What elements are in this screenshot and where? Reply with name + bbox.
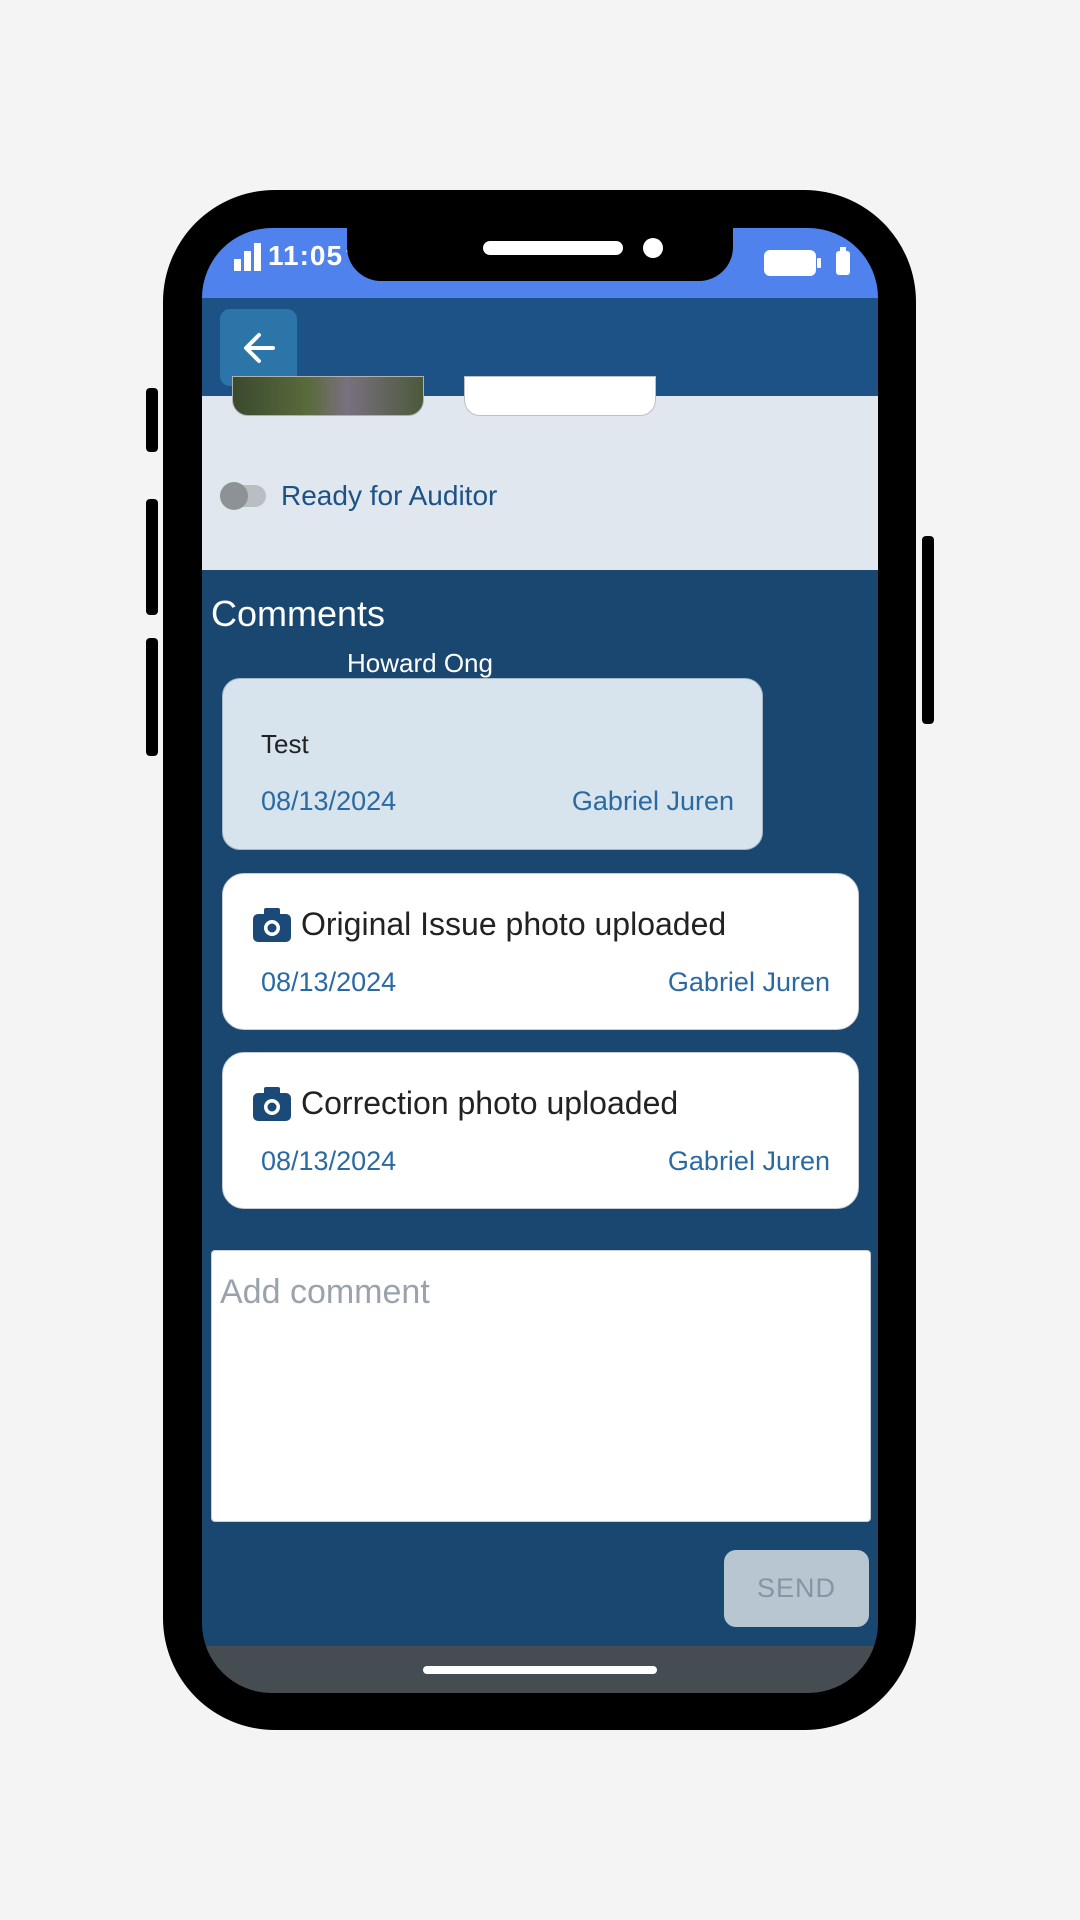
signal-icon xyxy=(234,243,261,271)
ready-for-auditor-label: Ready for Auditor xyxy=(281,480,498,511)
power-button xyxy=(922,536,934,724)
comment-date: 08/13/2024 xyxy=(261,786,397,816)
home-indicator[interactable] xyxy=(423,1666,657,1674)
activity-date: 08/13/2024 xyxy=(261,1146,397,1176)
comment-author: Gabriel Juren xyxy=(571,786,734,816)
issue-photo-thumbnail[interactable] xyxy=(232,376,424,416)
notch xyxy=(347,228,733,281)
activity-author: Gabriel Juren xyxy=(667,967,830,997)
send-button[interactable]: SEND xyxy=(724,1550,869,1627)
battery-level-icon xyxy=(836,247,850,275)
arrow-left-icon xyxy=(243,332,275,363)
add-comment-placeholder: Add comment xyxy=(220,1273,430,1311)
add-comment-input[interactable]: Add comment xyxy=(211,1250,871,1522)
camera-icon xyxy=(253,908,291,942)
activity-date: 08/13/2024 xyxy=(261,967,397,997)
back-button[interactable] xyxy=(220,309,297,386)
activity-author: Gabriel Juren xyxy=(667,1146,830,1176)
status-right xyxy=(764,247,850,276)
volume-up-button xyxy=(146,499,158,615)
mute-switch xyxy=(146,388,158,452)
screen: 11:05 Ready for Auditor Comments Howard … xyxy=(202,228,878,1693)
status-panel: Ready for Auditor xyxy=(202,376,878,570)
camera-icon xyxy=(253,1087,291,1121)
speaker xyxy=(483,241,623,255)
switch-knob xyxy=(220,482,248,510)
status-time: 11:05 xyxy=(268,240,344,271)
comment-header-author: Howard Ong xyxy=(347,648,493,678)
comment-text: Test xyxy=(261,729,309,759)
activity-text: Correction photo uploaded xyxy=(301,1085,679,1121)
activity-card: Original Issue photo uploaded 08/13/2024… xyxy=(222,873,859,1030)
comments-title: Comments xyxy=(211,593,386,634)
status-bar: 11:05 xyxy=(202,228,878,298)
home-bar xyxy=(202,1646,878,1693)
battery-icon xyxy=(764,250,821,276)
activity-text: Original Issue photo uploaded xyxy=(301,906,727,942)
correction-photo-thumbnail[interactable] xyxy=(464,376,656,416)
activity-card: Correction photo uploaded 08/13/2024 Gab… xyxy=(222,1052,859,1209)
volume-down-button xyxy=(146,638,158,756)
front-camera xyxy=(643,238,663,258)
comment-bubble: Test 08/13/2024 Gabriel Juren xyxy=(222,678,763,850)
ready-for-auditor-switch[interactable] xyxy=(220,482,266,510)
